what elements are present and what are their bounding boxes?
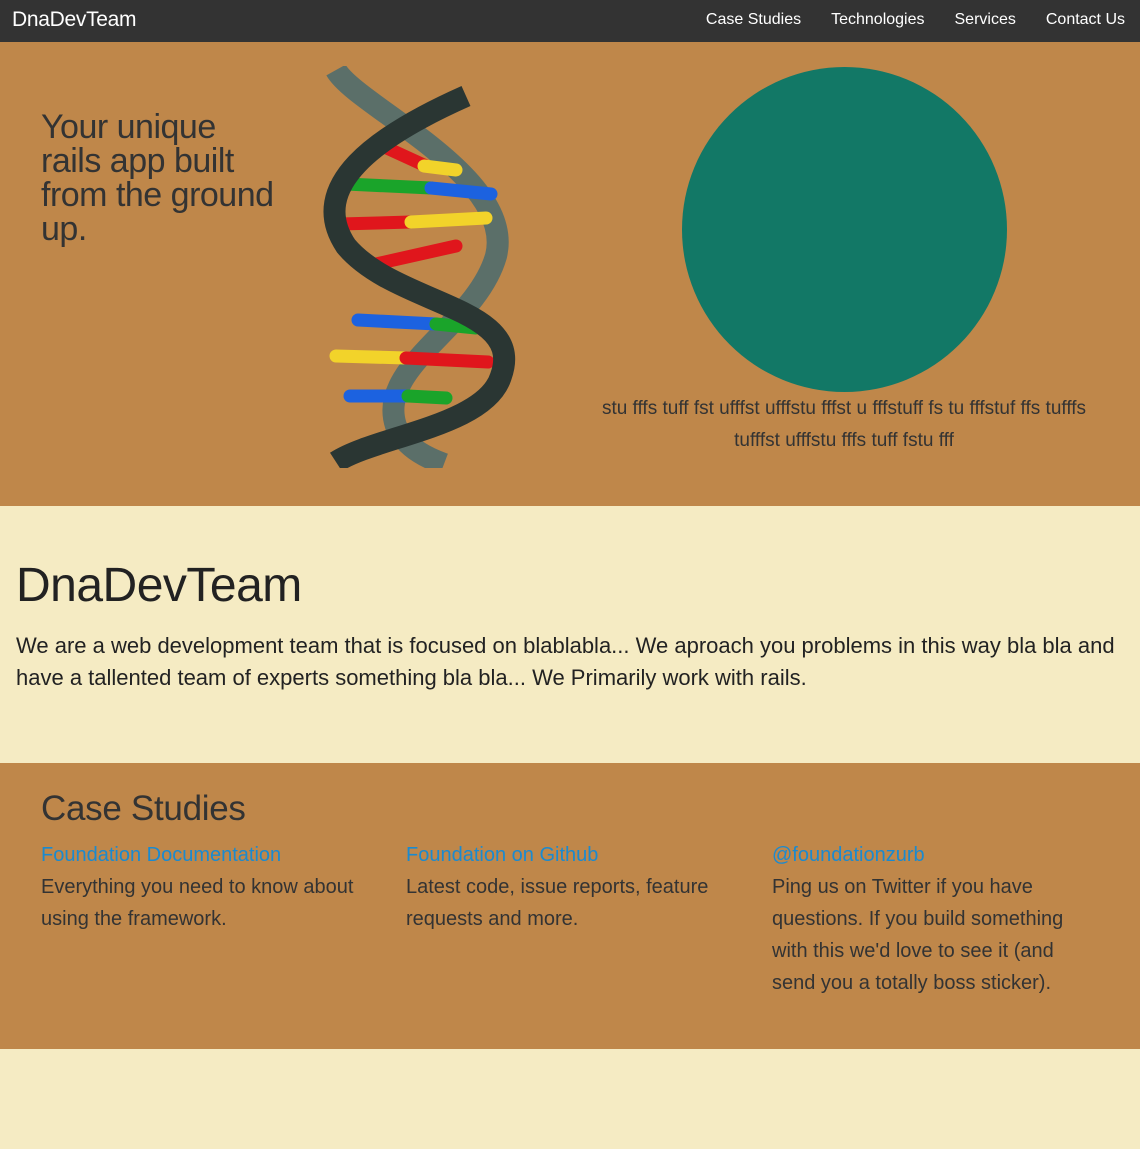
dna-helix-icon — [323, 66, 515, 468]
case-study-text: Everything you need to know about using … — [41, 876, 354, 930]
case-studies-section: Case Studies Foundation Documentation Ev… — [0, 763, 1140, 1049]
case-studies-title: Case Studies — [41, 789, 246, 828]
case-study-item: Foundation Documentation Everything you … — [41, 843, 361, 935]
teal-circle-graphic — [682, 67, 1007, 392]
nav-contact-us[interactable]: Contact Us — [1031, 0, 1140, 42]
about-title: DnaDevTeam — [16, 559, 302, 612]
case-study-item: Foundation on Github Latest code, issue … — [406, 843, 726, 935]
case-study-text: Ping us on Twitter if you have questions… — [772, 876, 1064, 994]
main-nav: Case Studies Technologies Services Conta… — [691, 0, 1140, 42]
nav-services[interactable]: Services — [940, 0, 1031, 42]
case-study-item: @foundationzurb Ping us on Twitter if yo… — [772, 843, 1077, 999]
nav-case-studies[interactable]: Case Studies — [691, 0, 816, 42]
case-study-link[interactable]: @foundationzurb — [772, 843, 1077, 867]
footer-area — [0, 1049, 1140, 1149]
nav-technologies[interactable]: Technologies — [816, 0, 939, 42]
hero-section: Your unique rails app built from the gro… — [0, 42, 1140, 506]
case-study-link[interactable]: Foundation Documentation — [41, 843, 361, 867]
top-bar: DnaDevTeam Case Studies Technologies Ser… — [0, 0, 1140, 42]
case-study-link[interactable]: Foundation on Github — [406, 843, 726, 867]
hero-tagline: Your unique rails app built from the gro… — [41, 108, 274, 248]
case-study-text: Latest code, issue reports, feature requ… — [406, 876, 709, 930]
about-section: DnaDevTeam We are a web development team… — [0, 506, 1140, 763]
hero-text: stu fffs tuff fst ufffst ufffstu fffst u… — [601, 398, 1087, 451]
brand-link[interactable]: DnaDevTeam — [12, 8, 137, 32]
about-body: We are a web development team that is fo… — [16, 633, 1115, 690]
